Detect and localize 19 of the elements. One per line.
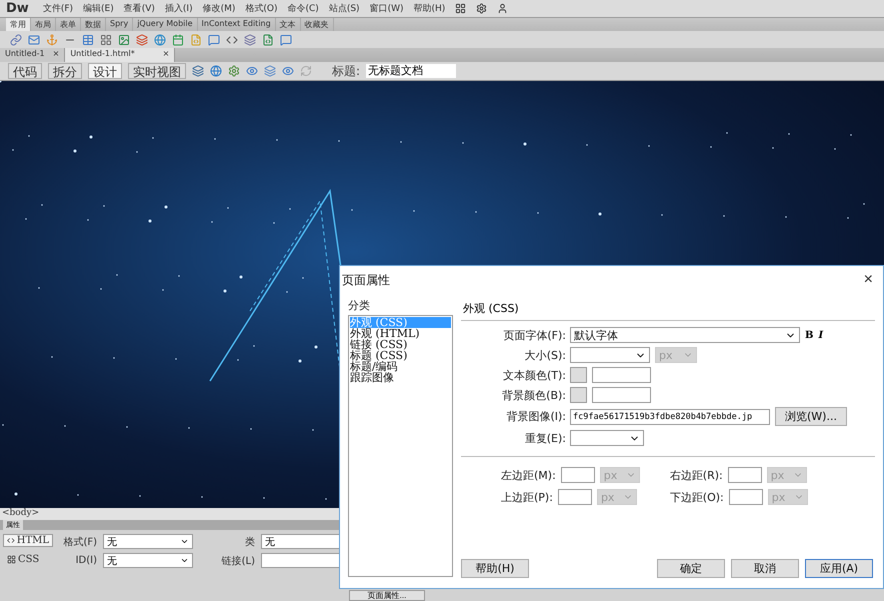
field-label: 背景颜色(B): <box>501 388 566 402</box>
field-label: 类 <box>244 536 255 548</box>
field-label: 背景图像(I): <box>505 409 566 424</box>
field-label: 文本颜色(T): <box>502 368 566 382</box>
category-label: 分类 <box>348 298 371 313</box>
app-logo: Dw <box>6 1 29 16</box>
field-label: 下边距(O): <box>670 490 724 504</box>
field-label: 重复(E): <box>524 430 566 446</box>
field-label: 大小(S): <box>524 348 566 362</box>
field-label: 格式(F) <box>62 536 97 548</box>
section-title: 外观 (CSS) <box>461 298 875 321</box>
field-label: 页面字体(F): <box>502 328 566 342</box>
dialog-title: 页面属性 <box>342 272 390 288</box>
field-label: 链接(L) <box>220 554 255 568</box>
field-label: 上边距(P): <box>501 490 553 504</box>
field-label: ID(I) <box>74 555 97 566</box>
field-label: 左边距(M): <box>501 468 556 482</box>
field-label: 右边距(R): <box>670 468 723 482</box>
title-label: 标题: <box>332 62 360 80</box>
